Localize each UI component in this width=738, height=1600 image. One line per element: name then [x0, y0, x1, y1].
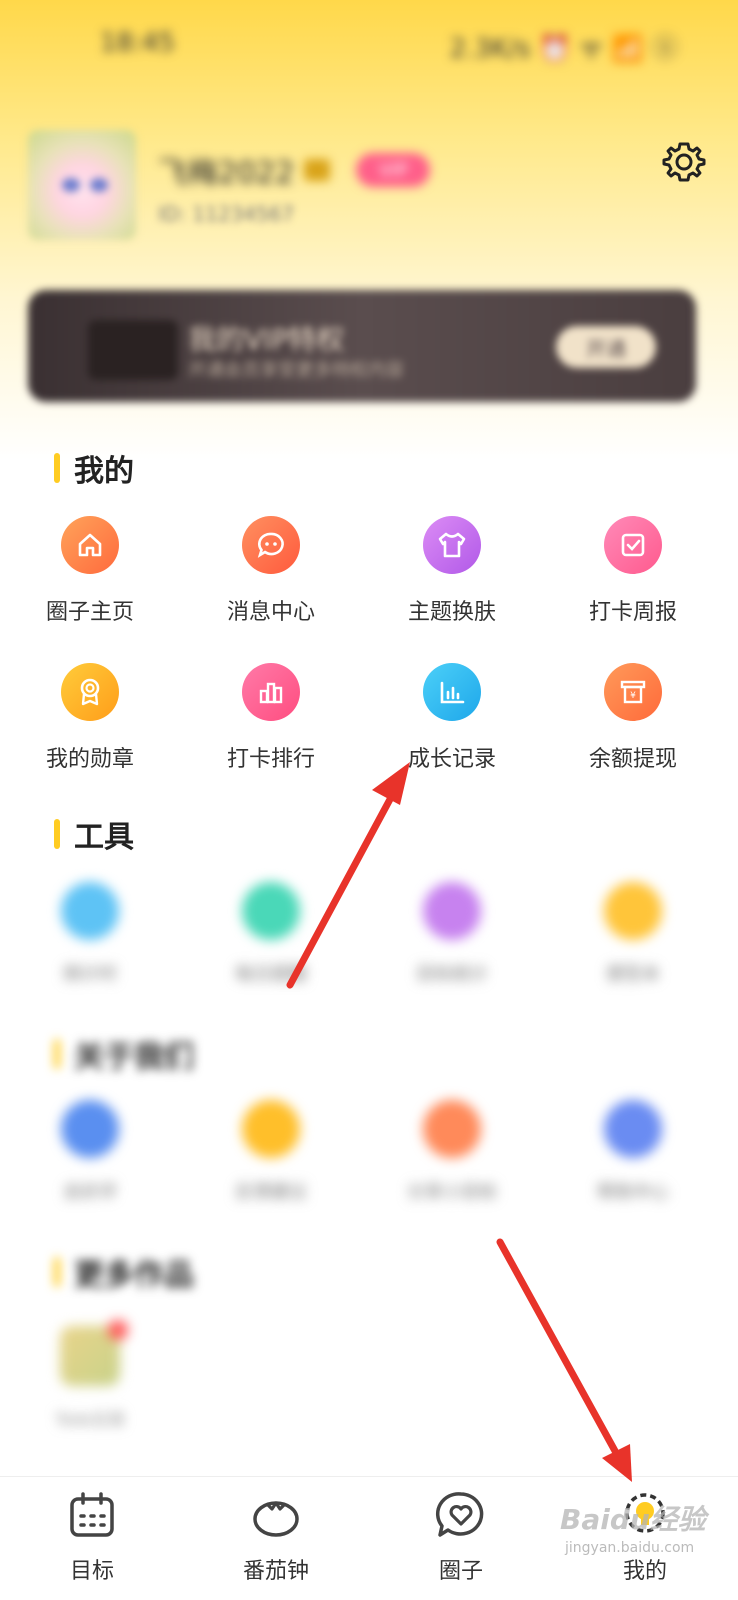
feedback-icon — [242, 1100, 300, 1158]
grid-item-label: 成长记录 — [407, 747, 496, 772]
status-bar: 18:45 2.3K/s ⏰ ᯤ 📶 ⓢ — [0, 0, 738, 90]
grid-item-about-2[interactable]: 反馈建议 — [181, 1100, 361, 1204]
app-thumbnail — [60, 1320, 128, 1386]
avatar[interactable] — [28, 130, 136, 240]
section-accent-bar — [54, 1039, 60, 1069]
grid-item-checkin-ranking[interactable]: 打卡排行 — [181, 663, 361, 773]
section-accent-bar — [54, 453, 60, 483]
tab-pomodoro[interactable]: 番茄钟 — [206, 1489, 346, 1585]
medal-icon — [61, 663, 119, 721]
help-icon — [604, 1100, 662, 1158]
grid-item-label: 帮助中心 — [597, 1182, 669, 1203]
red-dot-badge — [108, 1320, 128, 1340]
tab-goals[interactable]: 目标 — [22, 1489, 162, 1585]
grid-item-growth-record[interactable]: 成长记录 — [362, 663, 542, 773]
bottom-tab-bar: 目标 番茄钟 圈子 我的 — [0, 1476, 738, 1600]
user-id: ID: 11234567 — [158, 202, 295, 226]
section-title-text: 更多作品 — [74, 1258, 194, 1293]
withdraw-icon: ¥ — [604, 663, 662, 721]
status-time: 18:45 — [100, 28, 175, 58]
tomato-icon — [253, 1501, 299, 1537]
profile-header: 飞梅2022 VIP ID: 11234567 — [28, 130, 708, 250]
section-title-tools: 工具 — [54, 812, 134, 856]
grid-item-label: 便签本 — [606, 964, 660, 985]
grid-item-message-center[interactable]: 消息中心 — [181, 516, 361, 626]
grid-item-label: 分享小目标 — [407, 1182, 497, 1203]
nickname-row[interactable]: 飞梅2022 VIP — [158, 148, 431, 192]
tab-label: 圈子 — [438, 1559, 483, 1584]
watermark-url: jingyan.baidu.com — [565, 1540, 695, 1556]
grid-item-label: 余额提现 — [588, 747, 677, 772]
grid-item-tool-1[interactable]: 倒计时 — [0, 882, 180, 986]
grid-item-about-4[interactable]: 帮助中心 — [543, 1100, 723, 1204]
vip-subtitle: 开通会员享受更多特权内容 — [188, 360, 404, 381]
section-accent-bar — [54, 1257, 60, 1287]
avatar-eye — [62, 178, 80, 192]
grid-item-label: 反馈建议 — [235, 1182, 307, 1203]
svg-text:¥: ¥ — [630, 691, 636, 701]
grid-item-tool-3[interactable]: 目标统计 — [362, 882, 542, 986]
grid-item-label: 消息中心 — [226, 600, 315, 625]
countdown-icon — [61, 882, 119, 940]
ranking-icon — [242, 663, 300, 721]
grid-item-checkin-weekly[interactable]: 打卡周报 — [543, 516, 723, 626]
section-title-mine: 我的 — [54, 446, 134, 490]
grid-item-label: 主题换肤 — [407, 600, 496, 625]
tab-circle[interactable]: 圈子 — [391, 1489, 531, 1585]
section-title-text: 我的 — [74, 454, 134, 489]
grid-item-label: 打卡排行 — [226, 747, 315, 772]
crown-icon — [304, 159, 331, 181]
grid-item-balance-withdraw[interactable]: ¥ 余额提现 — [543, 663, 723, 773]
tab-label: 番茄钟 — [242, 1559, 309, 1584]
nickname: 飞梅2022 — [158, 156, 295, 191]
heart-bubble-icon — [436, 1492, 484, 1537]
grid-item-about-1[interactable]: 去好评 — [0, 1100, 180, 1204]
settings-gear-icon[interactable] — [660, 138, 708, 186]
watermark: Baidu经验 — [560, 1503, 706, 1536]
grid-item-tool-4[interactable]: 便签本 — [543, 882, 723, 986]
grid-item-tool-2[interactable]: 每日提醒 — [181, 882, 361, 986]
share-icon — [423, 1100, 481, 1158]
home-icon — [61, 516, 119, 574]
tab-label: 我的 — [622, 1559, 667, 1584]
vip-badge: VIP — [356, 153, 431, 187]
section-accent-bar — [54, 819, 60, 849]
section-title-about: 关于我们 — [54, 1032, 194, 1076]
grid-item-label: 倒计时 — [63, 964, 117, 985]
tab-label: 目标 — [69, 1559, 114, 1584]
shirt-icon — [423, 516, 481, 574]
vip-title: 我的VIP特权 — [188, 323, 345, 356]
grid-item-label: 去好评 — [63, 1182, 117, 1203]
rate-icon — [61, 1100, 119, 1158]
grid-item-theme-skin[interactable]: 主题换肤 — [362, 516, 542, 626]
grid-item-label: Todo日清 — [55, 1410, 125, 1429]
chart-icon — [423, 663, 481, 721]
status-indicators: 2.3K/s ⏰ ᯤ 📶 ⓢ — [449, 34, 678, 64]
section-title-more-works: 更多作品 — [54, 1250, 194, 1294]
section-title-text: 关于我们 — [74, 1040, 194, 1075]
grid-item-label: 我的勋章 — [45, 747, 134, 772]
grid-item-label: 圈子主页 — [45, 600, 134, 625]
reminder-icon — [242, 882, 300, 940]
grid-item-label: 目标统计 — [416, 964, 488, 985]
vip-illustration — [88, 320, 178, 380]
notepad-icon — [604, 882, 662, 940]
grid-item-label: 打卡周报 — [588, 600, 677, 625]
calendar-icon — [70, 1492, 114, 1537]
vip-card[interactable]: 我的VIP特权 开通会员享受更多特权内容 开通 — [28, 290, 696, 402]
vip-open-button[interactable]: 开通 — [556, 326, 656, 368]
section-title-text: 工具 — [74, 820, 134, 855]
arrow-to-mine-tab — [496, 1238, 632, 1482]
checklist-icon — [604, 516, 662, 574]
message-icon — [242, 516, 300, 574]
grid-item-label: 每日提醒 — [235, 964, 307, 985]
grid-item-about-3[interactable]: 分享小目标 — [362, 1100, 542, 1204]
stats-icon — [423, 882, 481, 940]
grid-item-my-medals[interactable]: 我的勋章 — [0, 663, 180, 773]
grid-item-circle-home[interactable]: 圈子主页 — [0, 516, 180, 626]
avatar-eye — [90, 178, 108, 192]
grid-item-more-app[interactable]: Todo日清 — [0, 1320, 180, 1430]
